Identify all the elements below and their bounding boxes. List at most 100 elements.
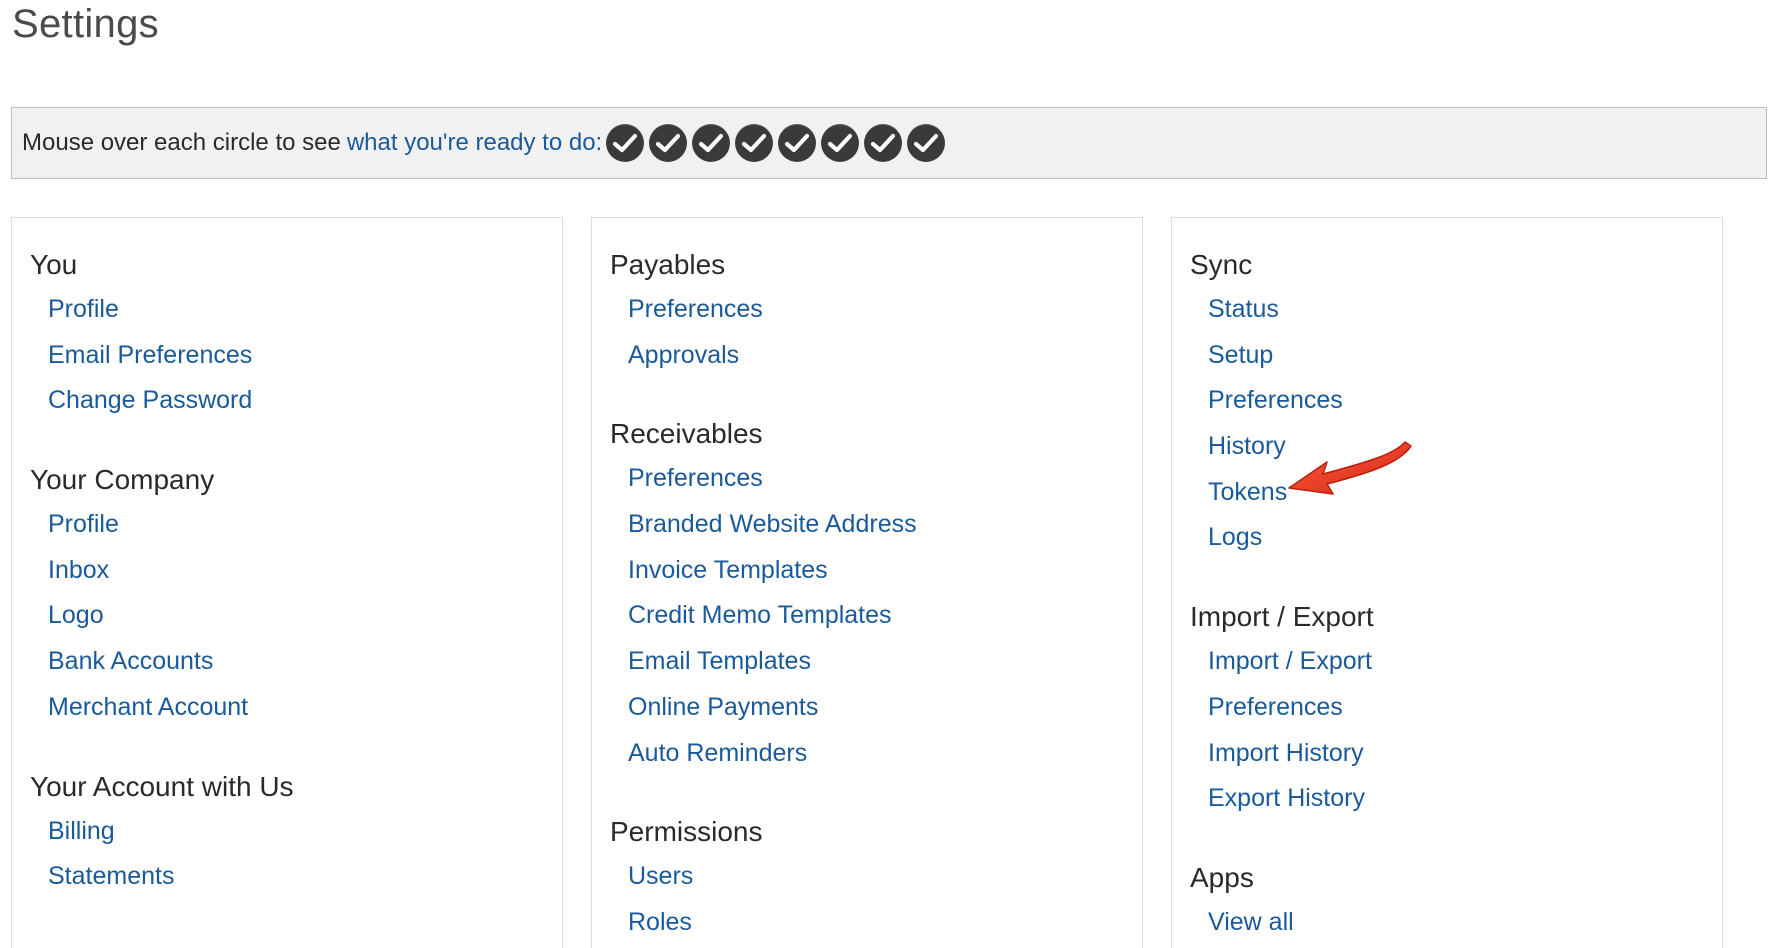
list-item: Approvals	[628, 333, 1142, 379]
settings-link-list: Profile Email Preferences Change Password	[30, 287, 562, 424]
readiness-status-bar: Mouse over each circle to see what you'r…	[11, 107, 1767, 179]
your-company-profile-link[interactable]: Profile	[48, 510, 119, 538]
you-profile-link[interactable]: Profile	[48, 295, 119, 323]
list-item: Logs	[1208, 515, 1722, 561]
settings-link-list: Preferences Approvals	[610, 287, 1142, 378]
section-payables: Payables Preferences Approvals	[610, 242, 1142, 378]
list-item: Preferences	[1208, 378, 1722, 424]
apps-view-all-link[interactable]: View all	[1208, 908, 1294, 936]
sync-logs-link[interactable]: Logs	[1208, 523, 1262, 551]
list-item: Branded Website Address	[628, 502, 1142, 548]
permissions-roles-link[interactable]: Roles	[628, 908, 692, 936]
receivables-preferences-link[interactable]: Preferences	[628, 464, 763, 492]
list-item: Preferences	[628, 287, 1142, 333]
section-your-account-with-us: Your Account with Us Billing Statements	[30, 764, 562, 900]
list-item: Email Templates	[628, 639, 1142, 685]
list-item: Roles	[628, 900, 1142, 946]
ready-to-do-link[interactable]: what you're ready to do:	[347, 129, 602, 157]
your-account-with-us-billing-link[interactable]: Billing	[48, 817, 115, 845]
readiness-circle[interactable]	[606, 124, 645, 162]
list-item: Logo	[48, 593, 562, 639]
settings-link-list: Profile Inbox Logo Bank Accounts Merchant Ac…	[30, 502, 562, 730]
checkmark-icon	[656, 133, 681, 153]
your-company-inbox-link[interactable]: Inbox	[48, 556, 109, 584]
receivables-branded-website-address-link[interactable]: Branded Website Address	[628, 510, 917, 538]
checkmark-icon	[828, 133, 853, 153]
readiness-circle[interactable]	[692, 124, 731, 162]
list-item: View all	[1208, 900, 1722, 946]
readiness-circles	[606, 124, 950, 162]
your-company-merchant-account-link[interactable]: Merchant Account	[48, 693, 248, 721]
sync-history-link[interactable]: History	[1208, 432, 1286, 460]
import-export-export-history-link[interactable]: Export History	[1208, 784, 1365, 812]
your-company-logo-link[interactable]: Logo	[48, 601, 104, 629]
settings-link-list: Import / Export Preferences Import History…	[1190, 639, 1722, 822]
list-item: Billing	[48, 809, 562, 855]
readiness-circle[interactable]	[649, 124, 688, 162]
settings-link-list: Status Setup Preferences History Tokens Logs	[1190, 287, 1722, 561]
your-account-with-us-statements-link[interactable]: Statements	[48, 862, 174, 890]
list-item: Status	[1208, 287, 1722, 333]
list-item: Auto Reminders	[628, 731, 1142, 777]
settings-column-2: Payables Preferences Approvals Receivables P…	[591, 217, 1143, 948]
sync-status-link[interactable]: Status	[1208, 295, 1279, 323]
list-item: Import / Export	[1208, 639, 1722, 685]
readiness-circle[interactable]	[821, 124, 860, 162]
section-receivables: Receivables Preferences Branded Website Ad…	[610, 411, 1142, 776]
permissions-users-link[interactable]: Users	[628, 862, 693, 890]
settings-link-list: Billing Statements	[30, 809, 562, 900]
readiness-circle[interactable]	[735, 124, 774, 162]
section-permissions: Permissions Users Roles	[610, 809, 1142, 945]
list-item: Credit Memo Templates	[628, 593, 1142, 639]
section-heading: Apps	[1190, 861, 1254, 893]
list-item: Statements	[48, 854, 562, 900]
section-heading: Permissions	[610, 816, 763, 848]
settings-column-3: Sync Status Setup Preferences History Tokens L…	[1171, 217, 1723, 948]
sync-preferences-link[interactable]: Preferences	[1208, 386, 1343, 414]
payables-approvals-link[interactable]: Approvals	[628, 341, 739, 369]
list-item: Inbox	[48, 548, 562, 594]
import-export-import-export-link[interactable]: Import / Export	[1208, 647, 1372, 675]
readiness-circle[interactable]	[778, 124, 817, 162]
sync-tokens-link[interactable]: Tokens	[1208, 478, 1287, 506]
checkmark-icon	[699, 133, 724, 153]
payables-preferences-link[interactable]: Preferences	[628, 295, 763, 323]
settings-link-list: Preferences Branded Website Address Invoic…	[610, 456, 1142, 776]
section-apps: Apps View all	[1190, 855, 1722, 946]
checkmark-icon	[914, 133, 939, 153]
list-item: Online Payments	[628, 685, 1142, 731]
section-heading: Your Company	[30, 464, 215, 496]
list-item: Users	[628, 854, 1142, 900]
list-item: Bank Accounts	[48, 639, 562, 685]
list-item: Setup	[1208, 333, 1722, 379]
section-heading: Import / Export	[1190, 601, 1374, 633]
sync-setup-link[interactable]: Setup	[1208, 341, 1273, 369]
checkmark-icon	[613, 133, 638, 153]
import-export-preferences-link[interactable]: Preferences	[1208, 693, 1343, 721]
section-import-export: Import / Export Import / Export Preference…	[1190, 594, 1722, 822]
page-title: Settings	[12, 2, 159, 46]
receivables-credit-memo-templates-link[interactable]: Credit Memo Templates	[628, 601, 892, 629]
receivables-auto-reminders-link[interactable]: Auto Reminders	[628, 739, 807, 767]
list-item: Email Preferences	[48, 333, 562, 379]
settings-page: Settings Mouse over each circle to see w…	[0, 0, 1778, 948]
settings-link-list: View all	[1190, 900, 1722, 946]
readiness-circle[interactable]	[907, 124, 946, 162]
section-heading: Payables	[610, 249, 726, 280]
receivables-invoice-templates-link[interactable]: Invoice Templates	[628, 556, 828, 584]
list-item: Export History	[1208, 776, 1722, 822]
section-heading: Sync	[1190, 249, 1253, 280]
list-item: Preferences	[1208, 685, 1722, 731]
checkmark-icon	[785, 133, 810, 153]
you-change-password-link[interactable]: Change Password	[48, 386, 252, 414]
receivables-online-payments-link[interactable]: Online Payments	[628, 693, 818, 721]
you-email-preferences-link[interactable]: Email Preferences	[48, 341, 252, 369]
readiness-circle[interactable]	[864, 124, 903, 162]
your-company-bank-accounts-link[interactable]: Bank Accounts	[48, 647, 213, 675]
receivables-email-templates-link[interactable]: Email Templates	[628, 647, 811, 675]
list-item: Preferences	[628, 456, 1142, 502]
section-heading: Receivables	[610, 418, 763, 450]
settings-column-1: You Profile Email Preferences Change Passwo…	[11, 217, 563, 948]
settings-link-list: Users Roles	[610, 854, 1142, 945]
import-export-import-history-link[interactable]: Import History	[1208, 739, 1364, 767]
